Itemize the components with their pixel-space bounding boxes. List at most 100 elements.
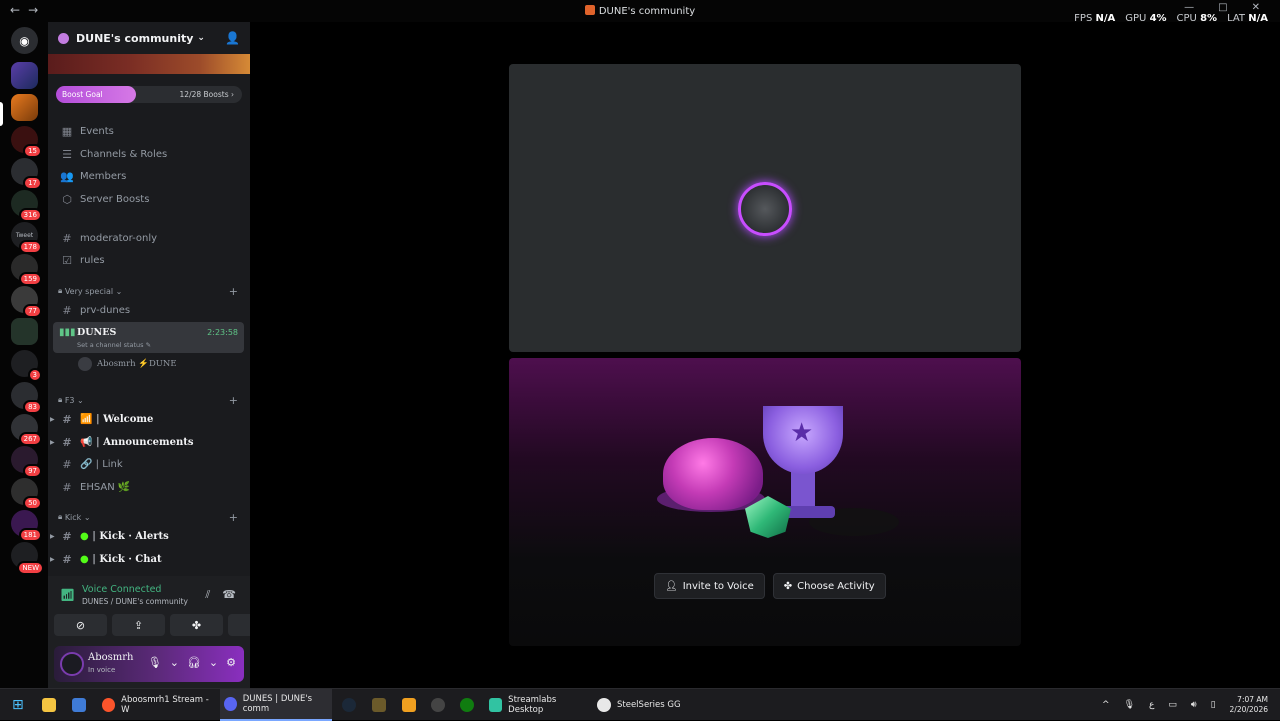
taskbar-streamlabs[interactable]: Streamlabs Desktop	[489, 689, 589, 721]
battery-icon[interactable]: ▯	[1211, 700, 1216, 710]
server-icon[interactable]	[11, 62, 38, 89]
clock[interactable]: 7:07 AM 2/20/2026	[1230, 695, 1268, 715]
noise-suppression-icon[interactable]: ⫽	[205, 588, 210, 602]
steam-icon	[342, 698, 356, 712]
choose-activity-button[interactable]: ✤ Choose Activity	[772, 573, 886, 599]
shell-illustration	[663, 438, 763, 510]
category-very-special[interactable]: 🔒︎ Very special ⌄ +	[58, 284, 240, 298]
chevron-up-icon[interactable]: ^	[1102, 700, 1110, 710]
disconnect-icon[interactable]: ☎	[222, 588, 236, 602]
server-icon[interactable]: 97	[11, 446, 42, 478]
server-icon[interactable]: NEW	[11, 542, 44, 575]
menu-server-boosts[interactable]: ⬡ Server Boosts	[54, 188, 244, 210]
hash-icon: #	[62, 457, 72, 471]
add-channel-icon[interactable]: +	[229, 285, 238, 298]
taskbar-app[interactable]	[372, 689, 386, 721]
hash-icon: #	[62, 552, 72, 566]
server-icon[interactable]: 3	[11, 350, 42, 382]
voice-user[interactable]: Abosmrh ⚡DUNE	[78, 357, 177, 371]
minimize-icon[interactable]: —	[1184, 2, 1194, 13]
start-button[interactable]: ⊞	[12, 689, 24, 721]
camera-button[interactable]: ⊘	[54, 614, 107, 636]
xbox-icon	[460, 698, 474, 712]
server-icon[interactable]: 181	[11, 510, 42, 542]
taskbar-steelseries[interactable]: SteelSeries GG	[597, 689, 687, 721]
signal-icon[interactable]: 📶︎	[60, 588, 75, 602]
chevron-down-icon[interactable]: ⌄	[170, 656, 179, 669]
explorer-button[interactable]	[42, 689, 56, 721]
menu-members[interactable]: 👥 Members	[54, 165, 244, 187]
channel-moderator-only[interactable]: # moderator-only	[54, 227, 244, 249]
user-panel[interactable]: Abosmrh In voice 🎙︎ ⌄ 🎧︎ ⌄ ⚙	[54, 646, 244, 682]
channel-welcome[interactable]: ▶ # 📶 | Welcome	[50, 408, 244, 430]
screen-share-button[interactable]: ⇪	[112, 614, 165, 636]
channel-ehsan[interactable]: # EHSAN 🌿	[54, 476, 244, 498]
dune-icon	[584, 5, 595, 15]
channel-link[interactable]: # 🔗 | Link	[54, 453, 244, 475]
hash-icon: #	[62, 529, 72, 543]
channel-status[interactable]: Set a channel status ✎	[77, 341, 151, 349]
server-icon[interactable]: 15	[11, 126, 42, 158]
add-channel-icon[interactable]: +	[229, 511, 238, 524]
taskbar-brave[interactable]: Aboosmrh1 Stream - W	[102, 689, 214, 721]
volume-icon[interactable]: 🔊︎	[1191, 700, 1197, 710]
channel-kick-chat[interactable]: ▶ # ● | Kick · Chat	[50, 548, 244, 570]
user-tile[interactable]	[509, 64, 1021, 352]
menu-events[interactable]: ▦ Events	[54, 120, 244, 142]
activity-button[interactable]: ✤	[170, 614, 223, 636]
category-f3[interactable]: 🔒︎ F3 ⌄ +	[58, 393, 240, 407]
channel-announcements[interactable]: ▶ # 📢 | Announcements	[50, 431, 244, 453]
microphone-icon[interactable]: 🎙︎	[148, 656, 162, 669]
hash-icon: #	[62, 303, 72, 317]
close-icon[interactable]: ✕	[1252, 2, 1260, 13]
members-icon: 👥	[60, 169, 74, 183]
folder-icon	[42, 698, 56, 712]
server-banner	[48, 54, 250, 74]
server-icon[interactable]: 159	[11, 254, 42, 286]
discord-home-icon[interactable]: ◉	[11, 27, 38, 54]
chevron-down-icon[interactable]: ⌄	[209, 656, 218, 669]
microphone-icon[interactable]: 🎙︎	[1124, 700, 1135, 710]
app-icon	[402, 698, 416, 712]
taskbar-app[interactable]	[431, 689, 445, 721]
server-icon[interactable]: 316	[11, 190, 42, 222]
server-icon[interactable]: 77	[11, 286, 42, 318]
taskbar-xbox[interactable]	[460, 689, 474, 721]
server-icon[interactable]	[11, 318, 38, 345]
server-icon[interactable]: 267	[11, 414, 42, 446]
maximize-icon[interactable]: □	[1218, 2, 1227, 13]
boost-goal-bar[interactable]: Boost Goal 12/28 Boosts ›	[56, 86, 242, 103]
channel-prv-dunes[interactable]: # prv-dunes	[54, 299, 244, 321]
headphones-icon[interactable]: 🎧︎	[187, 656, 201, 669]
window-controls[interactable]: — □ ✕	[1184, 2, 1260, 13]
menu-channels-roles[interactable]: ☰ Channels & Roles	[54, 143, 244, 165]
kick-dot-icon: ●	[80, 530, 89, 542]
avatar[interactable]	[60, 652, 84, 676]
invite-people-icon[interactable]: 👤	[225, 31, 240, 45]
hash-icon: #	[62, 231, 72, 245]
invite-to-voice-button[interactable]: 👤︎ Invite to Voice	[654, 573, 765, 599]
server-icon[interactable]: 83	[11, 382, 42, 414]
taskbar-steam[interactable]	[342, 689, 356, 721]
app-icon	[372, 698, 386, 712]
gear-icon[interactable]: ⚙	[226, 656, 236, 669]
steelseries-icon	[597, 698, 611, 712]
channel-kick-alerts[interactable]: ▶ # ● | Kick · Alerts	[50, 525, 244, 547]
channel-rules[interactable]: ☑ rules	[54, 249, 244, 271]
category-kick[interactable]: 🔒︎ Kick ⌄ +	[58, 510, 240, 524]
server-header[interactable]: DUNE's community ⌄ 👤	[48, 22, 250, 54]
taskbar-app[interactable]	[402, 689, 416, 721]
server-icon[interactable]	[11, 94, 38, 121]
kick-dot-icon: ●	[80, 553, 89, 565]
server-icon[interactable]: 50	[11, 478, 42, 510]
taskbar-discord[interactable]: DUNES | DUNE's comm	[220, 689, 332, 721]
voice-stage: ★ 👤︎ Invite to Voice ✤ Choose Activity	[250, 22, 1280, 688]
add-channel-icon[interactable]: +	[229, 394, 238, 407]
server-icon[interactable]: 17	[11, 158, 42, 190]
server-icon-tweet[interactable]: Tweet 178	[11, 222, 42, 254]
store-button[interactable]	[72, 689, 86, 721]
hash-icon: #	[62, 480, 72, 494]
language-indicator[interactable]: ع	[1149, 700, 1154, 710]
voice-channel-dunes[interactable]: ▮▮▮ DUNES 2:23:58 Set a channel status ✎	[53, 322, 244, 353]
network-icon[interactable]: ▭	[1168, 700, 1177, 710]
